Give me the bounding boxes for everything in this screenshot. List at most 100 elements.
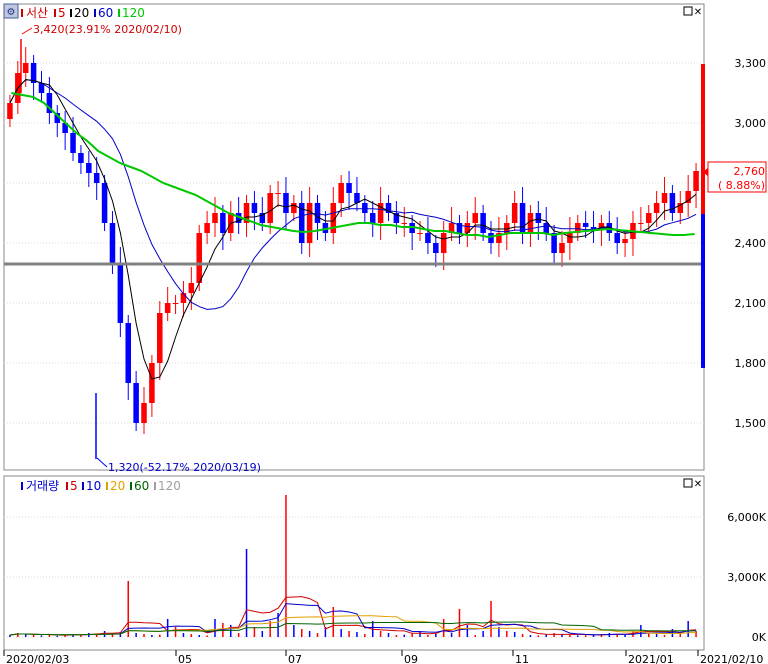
volume-legend-marker bbox=[21, 482, 23, 490]
volume-maximize-icon[interactable] bbox=[683, 478, 693, 488]
price-y-tick-label: 2,100 bbox=[735, 297, 767, 310]
legend-volume-name: 거래량 bbox=[26, 479, 59, 493]
legend-ma-marker bbox=[118, 9, 120, 17]
candle-body bbox=[661, 193, 668, 203]
legend-ma-marker bbox=[94, 9, 96, 17]
settings-icon-glyph: ⚙ bbox=[7, 7, 16, 18]
volume-y-tick-label: 0K bbox=[752, 631, 767, 644]
legend-vol-ma-label: 20 bbox=[110, 479, 125, 493]
maximize-icon[interactable] bbox=[683, 6, 693, 16]
price-y-tick-label: 1,500 bbox=[735, 417, 767, 430]
current-price: 2,760 bbox=[734, 165, 766, 178]
volume-panel-frame bbox=[3, 475, 705, 651]
legend-vol-ma-marker bbox=[154, 482, 156, 490]
legend-ma-label: 5 bbox=[58, 6, 66, 20]
candle-body bbox=[117, 263, 124, 323]
candle-body bbox=[78, 153, 84, 163]
candle-body bbox=[220, 213, 226, 233]
x-tick-label: 09 bbox=[404, 653, 418, 664]
candle-body bbox=[141, 403, 147, 423]
candle-body bbox=[306, 203, 313, 243]
close-icon[interactable]: ✕ bbox=[694, 7, 702, 18]
x-tick-label: 11 bbox=[515, 653, 529, 664]
candle-body bbox=[180, 293, 187, 303]
candle-body bbox=[125, 323, 131, 383]
candle-body bbox=[275, 193, 281, 194]
legend-vol-ma-label: 10 bbox=[86, 479, 101, 493]
candle-body bbox=[417, 233, 423, 234]
legend-ma-label: 20 bbox=[74, 6, 89, 20]
candle-body bbox=[425, 233, 431, 243]
legend-ma-label: 120 bbox=[122, 6, 145, 20]
legend-vol-ma-marker bbox=[66, 482, 68, 490]
candle-body bbox=[283, 193, 289, 213]
candle-body bbox=[149, 363, 155, 403]
candle-body bbox=[543, 223, 549, 233]
candle-body bbox=[653, 203, 660, 213]
volume-y-tick-label: 3,000K bbox=[727, 571, 766, 584]
max-annotation: 3,420(23.91% 2020/02/10) bbox=[33, 23, 182, 36]
price-panel-frame bbox=[3, 3, 705, 471]
legend-series-marker bbox=[21, 9, 23, 17]
price-y-tick-label: 1,800 bbox=[735, 357, 767, 370]
min-annotation: 1,320(-52.17% 2020/03/19) bbox=[108, 461, 261, 474]
price-y-tick-label: 3,300 bbox=[735, 57, 767, 70]
candle-body bbox=[440, 233, 447, 253]
legend-vol-ma-marker bbox=[82, 482, 84, 490]
candle-body bbox=[567, 233, 573, 243]
candle-body bbox=[401, 223, 408, 224]
x-tick-label: 05 bbox=[178, 653, 192, 664]
candle-body bbox=[164, 303, 171, 313]
x-tick-label: 2020/02/03 bbox=[6, 653, 69, 664]
candle-body bbox=[338, 183, 344, 203]
candle-body bbox=[251, 203, 258, 213]
candle-body bbox=[172, 303, 179, 304]
candle-body bbox=[511, 203, 518, 223]
legend-vol-ma-label: 60 bbox=[134, 479, 149, 493]
price-y-axis: 1,5001,8002,1002,4002,7003,0003,300 bbox=[735, 57, 767, 430]
volume-close-icon[interactable]: ✕ bbox=[694, 479, 702, 490]
candle-body bbox=[7, 103, 13, 119]
candle-body bbox=[204, 223, 210, 233]
price-y-tick-label: 2,400 bbox=[735, 237, 767, 250]
legend-vol-ma-label: 120 bbox=[158, 479, 181, 493]
price-y-tick-label: 3,000 bbox=[735, 117, 767, 130]
candle-body bbox=[93, 173, 100, 183]
chart-stage: 1,5001,8002,1002,4002,7003,0003,300 0K3,… bbox=[3, 3, 767, 664]
candle-body bbox=[267, 193, 273, 223]
candle-body bbox=[133, 383, 139, 423]
price-legend: ⚙ 서산 5 20 60 120 bbox=[3, 3, 145, 20]
candle-body bbox=[693, 171, 699, 191]
candle-body bbox=[196, 233, 202, 283]
current-price-range-bar bbox=[701, 64, 705, 214]
candle-body bbox=[519, 203, 526, 233]
candle-body bbox=[212, 213, 218, 223]
legend-vol-ma-marker bbox=[106, 482, 108, 490]
candle-body bbox=[480, 213, 486, 233]
candle-body bbox=[638, 223, 644, 224]
candle-body bbox=[362, 203, 368, 213]
candle-body bbox=[109, 223, 116, 263]
candle-body bbox=[614, 233, 620, 243]
candle-body bbox=[86, 163, 92, 173]
candle-body bbox=[559, 243, 565, 253]
legend-ma-marker bbox=[70, 9, 72, 17]
candle-body bbox=[314, 203, 321, 223]
legend-ma-marker bbox=[54, 9, 56, 17]
legend-stock-name: 서산 bbox=[26, 6, 48, 20]
candle-body bbox=[433, 243, 439, 253]
x-tick-label: 2021/01 bbox=[628, 653, 674, 664]
candle-body bbox=[346, 183, 352, 193]
candle-body bbox=[645, 213, 652, 223]
x-tick-label: 07 bbox=[288, 653, 302, 664]
x-axis: 2020/02/03 05 07 09 11 2021/01 2021/02/10 bbox=[3, 650, 763, 664]
current-price-range-bar-down bbox=[701, 214, 705, 368]
candle-body bbox=[582, 223, 589, 227]
candle-body bbox=[157, 313, 163, 363]
candle-body bbox=[188, 283, 195, 293]
volume-y-tick-label: 6,000K bbox=[727, 511, 766, 524]
legend-ma-label: 60 bbox=[98, 6, 113, 20]
current-change: ( 8.88%) bbox=[718, 179, 765, 192]
x-tick-label: 2021/02/10 bbox=[700, 653, 763, 664]
volume-y-axis: 0K 3,000K 6,000K bbox=[727, 511, 766, 644]
